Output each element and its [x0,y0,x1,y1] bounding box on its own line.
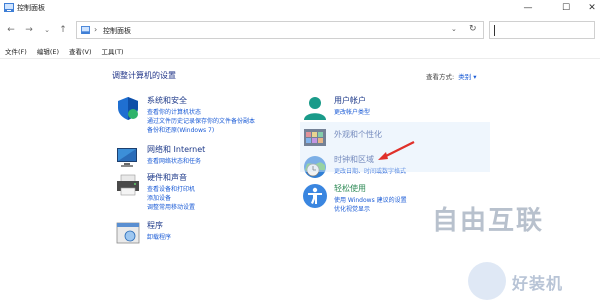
category-user-accounts: 用户帐户 更改帐户类型 [302,95,482,121]
category-title[interactable]: 网络和 Internet [147,144,205,155]
printer-icon [117,174,139,196]
category-title[interactable]: 硬件和声音 [147,172,187,183]
address-bar[interactable]: › 控制面板 ⌄ ↻ [76,21,484,39]
main-content: 调整计算机的设置 查看方式: 类别 ▾ 系统和安全 查看你的计算机状态 通过文件历… [0,58,600,308]
category-link[interactable]: 调整常用移动设置 [147,202,195,211]
category-network: 网络和 Internet 查看网络状态和任务 [115,144,285,170]
category-link[interactable]: 通过文件历史记录保存你的文件备份副本 [147,116,255,125]
menu-edit[interactable]: 编辑(E) [37,46,59,56]
programs-icon [116,222,140,244]
window-title: 控制面板 [17,4,45,12]
forward-arrow-icon[interactable]: → [22,23,36,37]
back-arrow-icon[interactable]: ← [4,23,18,37]
category-link[interactable]: 查看你的计算机状态 [147,107,201,116]
category-link[interactable]: 卸载程序 [147,232,171,241]
refresh-icon[interactable]: ↻ [469,24,477,34]
category-programs: 程序 卸载程序 [115,220,285,246]
maximize-button[interactable]: ☐ [552,0,580,16]
category-system-security: 系统和安全 查看你的计算机状态 通过文件历史记录保存你的文件备份副本 备份和还原… [115,95,285,141]
menu-tools[interactable]: 工具(T) [102,46,124,56]
annotation-arrow-icon [378,141,415,160]
category-link[interactable]: 更改帐户类型 [334,107,370,116]
accessibility-icon [303,184,327,208]
watermark-badge-text: 好装机 [512,274,564,293]
category-link[interactable]: 备份和还原(Windows 7) [147,125,214,134]
menu-file[interactable]: 文件(F) [5,46,27,56]
category-link[interactable]: 使用 Windows 建议的设置 [334,195,407,204]
shield-icon [118,97,138,120]
title-bar: 控制面板 — ☐ ✕ [0,0,600,16]
category-title[interactable]: 程序 [147,220,163,231]
search-input[interactable] [489,21,595,39]
menu-bar: 文件(F) 编辑(E) 查看(V) 工具(T) [0,44,600,57]
breadcrumb-control-panel[interactable]: 控制面板 [103,26,131,36]
network-icon [117,148,137,167]
minimize-button[interactable]: — [514,0,542,16]
up-arrow-icon[interactable]: ↑ [56,23,70,37]
view-by-dropdown[interactable]: 类别 ▾ [458,73,476,81]
breadcrumb-separator: › [94,25,98,34]
control-panel-icon [4,3,14,12]
view-by-label: 查看方式: [426,73,455,81]
category-hardware-sound: 硬件和声音 查看设备和打印机 添加设备 调整常用移动设置 [115,172,285,212]
category-title[interactable]: 轻松使用 [334,183,366,194]
watermark-badge [468,262,506,300]
watermark-word: 自由互联 [432,206,545,236]
category-title[interactable]: 用户帐户 [334,95,366,106]
category-title[interactable]: 系统和安全 [147,95,187,106]
view-by: 查看方式: 类别 ▾ [426,71,477,81]
category-link[interactable]: 查看网络状态和任务 [147,156,201,165]
navigation-bar: ← → ⌄ ↑ › 控制面板 ⌄ ↻ [0,17,600,43]
category-link[interactable]: 查看设备和打印机 [147,184,195,193]
recent-dropdown-icon[interactable]: ⌄ [40,23,54,37]
menu-view[interactable]: 查看(V) [69,46,92,56]
control-panel-icon [81,26,90,34]
page-heading: 调整计算机的设置 [112,71,176,80]
user-icon [304,97,326,120]
category-link[interactable]: 优化视觉显示 [334,204,370,213]
close-button[interactable]: ✕ [578,0,600,16]
category-link[interactable]: 添加设备 [147,193,171,202]
address-dropdown-icon[interactable]: ⌄ [451,25,457,33]
text-caret [494,25,495,36]
